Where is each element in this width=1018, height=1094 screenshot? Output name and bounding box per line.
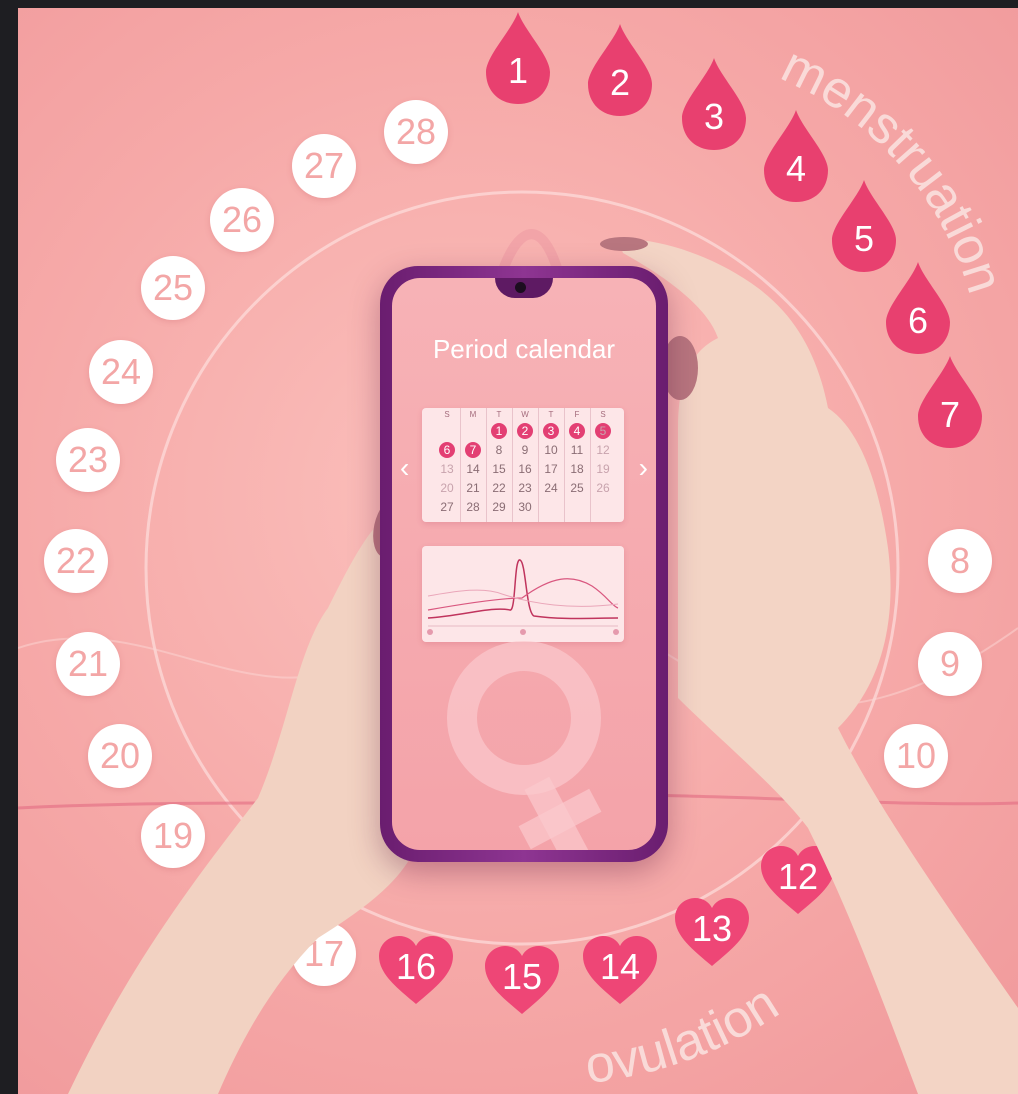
calendar-day-number: 17 [544,462,558,476]
calendar-day[interactable]: 24 [538,479,564,497]
calendar-day[interactable]: 13 [434,460,460,478]
weekday-header: S [600,410,606,419]
calendar-day-number: 27 [440,500,454,514]
prev-month-arrow[interactable]: ‹ [400,452,409,484]
calendar-day-number: 16 [518,462,532,476]
calendar-day-number: 30 [518,500,532,514]
illustration-canvas: menstruation ovulation 12345678910111213… [18,8,1018,1094]
calendar-day-number: 21 [466,481,480,495]
calendar-day[interactable]: 15 [486,460,512,478]
calendar-day[interactable]: 10 [538,441,564,459]
calendar-day-number: 28 [466,500,480,514]
calendar-day[interactable]: 7 [460,441,486,459]
calendar-day[interactable]: 12 [590,441,616,459]
calendar-day-number: 1 [495,424,503,438]
calendar-day-number: 20 [440,481,454,495]
weekday-header: T [496,410,502,419]
calendar-day[interactable]: 26 [590,479,616,497]
calendar-day-number: 8 [495,443,503,457]
calendar-day-number: 19 [596,462,610,476]
venus-symbol-icon [447,641,602,850]
calendar-day-number: 18 [570,462,584,476]
calendar-day-number: 2 [521,424,529,438]
calendar-day[interactable]: 8 [486,441,512,459]
calendar-day[interactable]: 16 [512,460,538,478]
calendar-day[interactable]: 3 [538,422,564,440]
calendar-day[interactable]: 1 [486,422,512,440]
calendar-day[interactable]: 6 [434,441,460,459]
calendar-day-number: 26 [596,481,610,495]
calendar-day[interactable]: 19 [590,460,616,478]
hormone-graph [427,559,619,635]
calendar-day-number: 25 [570,481,584,495]
calendar-day[interactable]: 2 [512,422,538,440]
weekday-header: S [444,410,450,419]
calendar-day-number: 24 [544,481,558,495]
weekday-header: F [574,410,580,419]
calendar-day-number: 12 [596,443,610,457]
calendar-day[interactable]: 11 [564,441,590,459]
calendar-day[interactable]: 18 [564,460,590,478]
calendar-day-number: 6 [443,443,451,457]
calendar-day[interactable]: 5 [590,422,616,440]
calendar-day[interactable]: 27 [434,498,460,516]
calendar-day-number: 14 [466,462,480,476]
calendar-day[interactable]: 17 [538,460,564,478]
calendar-day-number: 29 [492,500,506,514]
calendar-day-number: 13 [440,462,454,476]
right-finger-nail [600,237,648,251]
calendar-day-number: 15 [492,462,506,476]
weekday-header: T [548,410,554,419]
calendar-day[interactable]: 14 [460,460,486,478]
weekday-header: W [521,410,529,419]
calendar-day[interactable]: 20 [434,479,460,497]
left-hand [68,513,424,1094]
calendar-day[interactable]: 9 [512,441,538,459]
calendar-day-number: 3 [547,424,555,438]
calendar-day-number: 5 [599,424,607,438]
phone-screen: Period calendar ‹ › S M T W T F S 1 2 3 4 5 6 7 8 9 10 11… [392,278,656,850]
calendar-day-number: 22 [492,481,506,495]
smartphone: Period calendar ‹ › S M T W T F S 1 2 3 4 5 6 7 8 9 10 11… [380,266,668,862]
calendar-day[interactable]: 29 [486,498,512,516]
next-month-arrow[interactable]: › [639,452,648,484]
calendar-day[interactable]: 28 [460,498,486,516]
cycle-chart-widget[interactable] [422,546,624,642]
calendar-day-number: 7 [469,443,477,457]
app-title: Period calendar [432,334,616,364]
weekday-header: M [469,410,477,419]
calendar-widget[interactable]: S M T W T F S 1 2 3 4 5 6 7 8 9 10 11 12 13 14 15 16 17 18 19 20 21… [422,408,624,522]
calendar-day[interactable]: 30 [512,498,538,516]
calendar-day-number: 11 [570,443,584,457]
calendar-day[interactable]: 22 [486,479,512,497]
calendar-day-number: 4 [573,424,581,438]
calendar-day[interactable]: 4 [564,422,590,440]
front-camera [515,282,526,293]
calendar-day-number: 10 [544,443,558,457]
calendar-day[interactable]: 23 [512,479,538,497]
calendar-day-number: 23 [518,481,532,495]
calendar-day-number: 9 [521,443,529,457]
calendar-day[interactable]: 21 [460,479,486,497]
calendar-day[interactable]: 25 [564,479,590,497]
